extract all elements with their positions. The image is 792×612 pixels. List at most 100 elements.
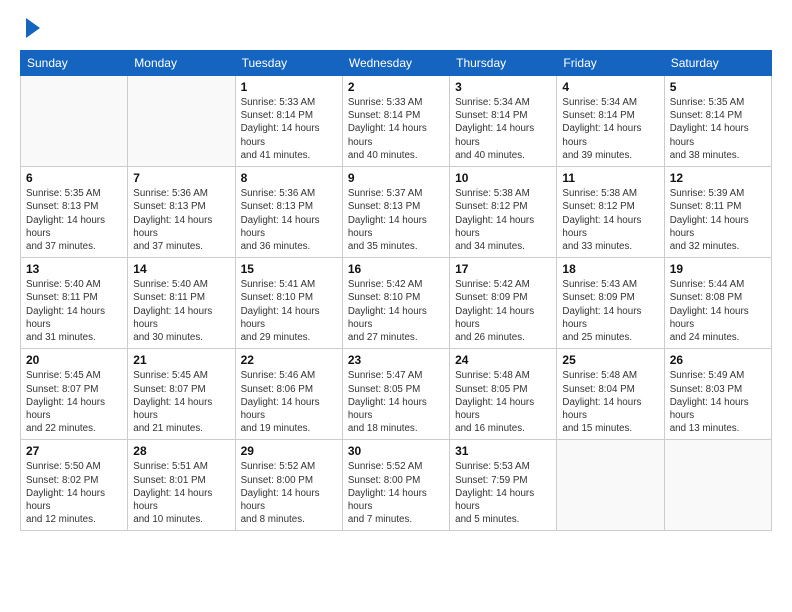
day-number: 7 <box>133 171 229 185</box>
calendar-cell: 18 Sunrise: 5:43 AM Sunset: 8:09 PM Dayli… <box>557 258 664 349</box>
day-info: Sunrise: 5:49 AM Sunset: 8:03 PM Dayligh… <box>670 369 766 435</box>
day-number: 3 <box>455 80 551 94</box>
calendar-cell: 8 Sunrise: 5:36 AM Sunset: 8:13 PM Daylig… <box>235 167 342 258</box>
day-info: Sunrise: 5:42 AM Sunset: 8:09 PM Dayligh… <box>455 278 551 344</box>
day-number: 1 <box>241 80 337 94</box>
calendar-week-4: 20 Sunrise: 5:45 AM Sunset: 8:07 PM Dayli… <box>21 349 772 440</box>
calendar-cell: 26 Sunrise: 5:49 AM Sunset: 8:03 PM Dayli… <box>664 349 771 440</box>
day-info: Sunrise: 5:48 AM Sunset: 8:04 PM Dayligh… <box>562 369 658 435</box>
logo-arrow-icon <box>26 18 40 38</box>
day-number: 18 <box>562 262 658 276</box>
day-info: Sunrise: 5:46 AM Sunset: 8:06 PM Dayligh… <box>241 369 337 435</box>
day-info: Sunrise: 5:47 AM Sunset: 8:05 PM Dayligh… <box>348 369 444 435</box>
day-info: Sunrise: 5:34 AM Sunset: 8:14 PM Dayligh… <box>562 96 658 162</box>
calendar-cell: 25 Sunrise: 5:48 AM Sunset: 8:04 PM Dayli… <box>557 349 664 440</box>
day-info: Sunrise: 5:52 AM Sunset: 8:00 PM Dayligh… <box>348 460 444 526</box>
calendar-cell: 4 Sunrise: 5:34 AM Sunset: 8:14 PM Daylig… <box>557 76 664 167</box>
calendar-week-2: 6Sunrise: 5:35 AM Sunset: 8:13 PM Daylig… <box>21 167 772 258</box>
calendar-cell: 13 Sunrise: 5:40 AM Sunset: 8:11 PM Dayli… <box>21 258 128 349</box>
calendar-cell: 21 Sunrise: 5:45 AM Sunset: 8:07 PM Dayli… <box>128 349 235 440</box>
day-info: Sunrise: 5:33 AM Sunset: 8:14 PM Dayligh… <box>241 96 337 162</box>
calendar-cell: 16Sunrise: 5:42 AM Sunset: 8:10 PM Dayli… <box>342 258 449 349</box>
calendar-cell: 6Sunrise: 5:35 AM Sunset: 8:13 PM Daylig… <box>21 167 128 258</box>
day-info: Sunrise: 5:41 AM Sunset: 8:10 PM Dayligh… <box>241 278 337 344</box>
day-info: Sunrise: 5:45 AM Sunset: 8:07 PM Dayligh… <box>133 369 229 435</box>
calendar-cell: 22 Sunrise: 5:46 AM Sunset: 8:06 PM Dayli… <box>235 349 342 440</box>
day-info: Sunrise: 5:38 AM Sunset: 8:12 PM Dayligh… <box>562 187 658 253</box>
header <box>20 16 772 38</box>
day-number: 28 <box>133 444 229 458</box>
calendar-cell: 28Sunrise: 5:51 AM Sunset: 8:01 PM Dayli… <box>128 440 235 531</box>
calendar-cell: 17 Sunrise: 5:42 AM Sunset: 8:09 PM Dayli… <box>450 258 557 349</box>
calendar-cell: 1 Sunrise: 5:33 AM Sunset: 8:14 PM Daylig… <box>235 76 342 167</box>
calendar-cell: 24Sunrise: 5:48 AM Sunset: 8:05 PM Dayli… <box>450 349 557 440</box>
calendar-cell: 31 Sunrise: 5:53 AM Sunset: 7:59 PM Dayli… <box>450 440 557 531</box>
weekday-header-monday: Monday <box>128 51 235 76</box>
calendar-cell: 2Sunrise: 5:33 AM Sunset: 8:14 PM Daylig… <box>342 76 449 167</box>
calendar-table: SundayMondayTuesdayWednesdayThursdayFrid… <box>20 50 772 531</box>
weekday-header-row: SundayMondayTuesdayWednesdayThursdayFrid… <box>21 51 772 76</box>
day-info: Sunrise: 5:35 AM Sunset: 8:14 PM Dayligh… <box>670 96 766 162</box>
day-number: 23 <box>348 353 444 367</box>
day-number: 21 <box>133 353 229 367</box>
weekday-header-friday: Friday <box>557 51 664 76</box>
calendar-cell <box>664 440 771 531</box>
day-info: Sunrise: 5:43 AM Sunset: 8:09 PM Dayligh… <box>562 278 658 344</box>
day-info: Sunrise: 5:36 AM Sunset: 8:13 PM Dayligh… <box>133 187 229 253</box>
day-number: 29 <box>241 444 337 458</box>
day-number: 22 <box>241 353 337 367</box>
day-number: 14 <box>133 262 229 276</box>
day-number: 27 <box>26 444 122 458</box>
logo <box>20 16 40 38</box>
day-info: Sunrise: 5:40 AM Sunset: 8:11 PM Dayligh… <box>26 278 122 344</box>
day-number: 10 <box>455 171 551 185</box>
day-info: Sunrise: 5:33 AM Sunset: 8:14 PM Dayligh… <box>348 96 444 162</box>
day-info: Sunrise: 5:34 AM Sunset: 8:14 PM Dayligh… <box>455 96 551 162</box>
day-number: 12 <box>670 171 766 185</box>
day-number: 9 <box>348 171 444 185</box>
day-info: Sunrise: 5:39 AM Sunset: 8:11 PM Dayligh… <box>670 187 766 253</box>
weekday-header-wednesday: Wednesday <box>342 51 449 76</box>
calendar-cell: 14 Sunrise: 5:40 AM Sunset: 8:11 PM Dayli… <box>128 258 235 349</box>
calendar-cell: 15 Sunrise: 5:41 AM Sunset: 8:10 PM Dayli… <box>235 258 342 349</box>
day-number: 26 <box>670 353 766 367</box>
calendar-cell: 5 Sunrise: 5:35 AM Sunset: 8:14 PM Daylig… <box>664 76 771 167</box>
day-number: 30 <box>348 444 444 458</box>
day-info: Sunrise: 5:36 AM Sunset: 8:13 PM Dayligh… <box>241 187 337 253</box>
day-number: 31 <box>455 444 551 458</box>
calendar-week-1: 1 Sunrise: 5:33 AM Sunset: 8:14 PM Daylig… <box>21 76 772 167</box>
day-number: 16 <box>348 262 444 276</box>
day-info: Sunrise: 5:52 AM Sunset: 8:00 PM Dayligh… <box>241 460 337 526</box>
weekday-header-saturday: Saturday <box>664 51 771 76</box>
calendar-cell: 29 Sunrise: 5:52 AM Sunset: 8:00 PM Dayli… <box>235 440 342 531</box>
calendar-week-5: 27 Sunrise: 5:50 AM Sunset: 8:02 PM Dayli… <box>21 440 772 531</box>
calendar-cell: 23 Sunrise: 5:47 AM Sunset: 8:05 PM Dayli… <box>342 349 449 440</box>
day-number: 8 <box>241 171 337 185</box>
calendar-cell: 30 Sunrise: 5:52 AM Sunset: 8:00 PM Dayli… <box>342 440 449 531</box>
day-number: 17 <box>455 262 551 276</box>
calendar-week-3: 13 Sunrise: 5:40 AM Sunset: 8:11 PM Dayli… <box>21 258 772 349</box>
day-info: Sunrise: 5:44 AM Sunset: 8:08 PM Dayligh… <box>670 278 766 344</box>
day-number: 24 <box>455 353 551 367</box>
day-info: Sunrise: 5:45 AM Sunset: 8:07 PM Dayligh… <box>26 369 122 435</box>
day-number: 15 <box>241 262 337 276</box>
day-number: 11 <box>562 171 658 185</box>
calendar-cell: 19Sunrise: 5:44 AM Sunset: 8:08 PM Dayli… <box>664 258 771 349</box>
day-info: Sunrise: 5:50 AM Sunset: 8:02 PM Dayligh… <box>26 460 122 526</box>
day-number: 13 <box>26 262 122 276</box>
day-number: 4 <box>562 80 658 94</box>
day-number: 20 <box>26 353 122 367</box>
calendar-cell: 11 Sunrise: 5:38 AM Sunset: 8:12 PM Dayli… <box>557 167 664 258</box>
day-number: 25 <box>562 353 658 367</box>
calendar-cell: 20 Sunrise: 5:45 AM Sunset: 8:07 PM Dayli… <box>21 349 128 440</box>
calendar-cell: 10Sunrise: 5:38 AM Sunset: 8:12 PM Dayli… <box>450 167 557 258</box>
calendar-cell <box>21 76 128 167</box>
day-info: Sunrise: 5:53 AM Sunset: 7:59 PM Dayligh… <box>455 460 551 526</box>
calendar-cell: 9Sunrise: 5:37 AM Sunset: 8:13 PM Daylig… <box>342 167 449 258</box>
calendar-cell: 12 Sunrise: 5:39 AM Sunset: 8:11 PM Dayli… <box>664 167 771 258</box>
day-info: Sunrise: 5:35 AM Sunset: 8:13 PM Dayligh… <box>26 187 122 253</box>
weekday-header-sunday: Sunday <box>21 51 128 76</box>
day-info: Sunrise: 5:40 AM Sunset: 8:11 PM Dayligh… <box>133 278 229 344</box>
calendar-cell <box>128 76 235 167</box>
day-number: 5 <box>670 80 766 94</box>
